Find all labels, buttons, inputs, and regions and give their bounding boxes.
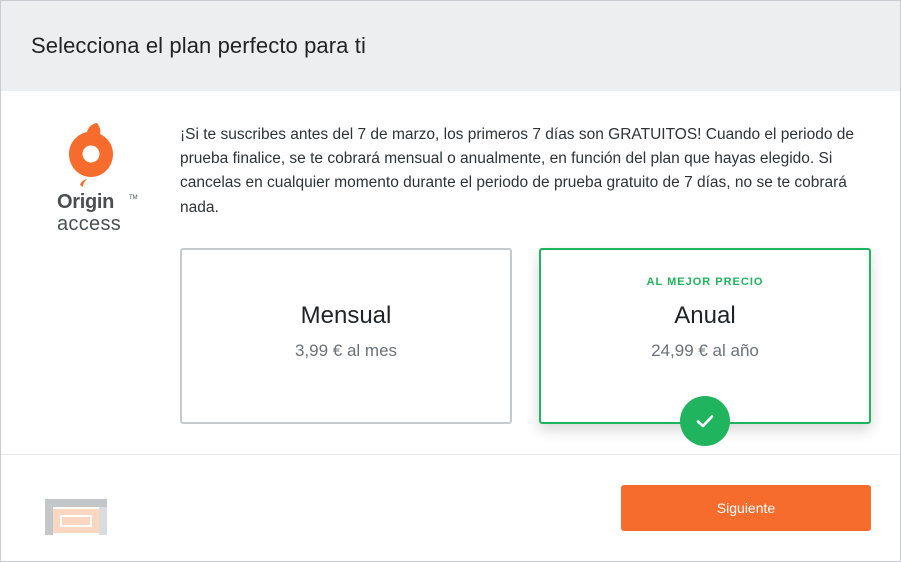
dialog-header: Selecciona el plan perfecto para ti xyxy=(1,1,900,91)
plan-price: 24,99 € al año xyxy=(651,341,759,360)
dialog-title: Selecciona el plan perfecto para ti xyxy=(31,33,366,58)
checkmark-icon xyxy=(696,415,714,428)
plan-selection-dialog: Selecciona el plan perfecto para ti Orig… xyxy=(0,0,901,562)
logo-word-access: access xyxy=(57,213,122,235)
footer-divider xyxy=(1,454,900,455)
logo-trademark: TM xyxy=(129,195,138,201)
selected-check-icon xyxy=(680,396,730,446)
plan-card-monthly[interactable]: Mensual 3,99 € al mes xyxy=(180,248,512,424)
logo-word-origin: Origin xyxy=(57,191,115,213)
best-price-badge: AL MEJOR PRECIO xyxy=(646,276,764,288)
plan-name: Anual xyxy=(674,302,736,329)
credit-card-icon xyxy=(45,499,107,535)
plan-price: 3,99 € al mes xyxy=(294,341,398,360)
next-button[interactable]: Siguiente xyxy=(621,485,871,531)
plan-name: Mensual xyxy=(300,302,392,329)
promo-text: ¡Si te suscribes antes del 7 de marzo, l… xyxy=(180,126,854,216)
origin-logo-icon xyxy=(69,123,113,187)
origin-access-logo: Origin TM access xyxy=(53,121,138,239)
